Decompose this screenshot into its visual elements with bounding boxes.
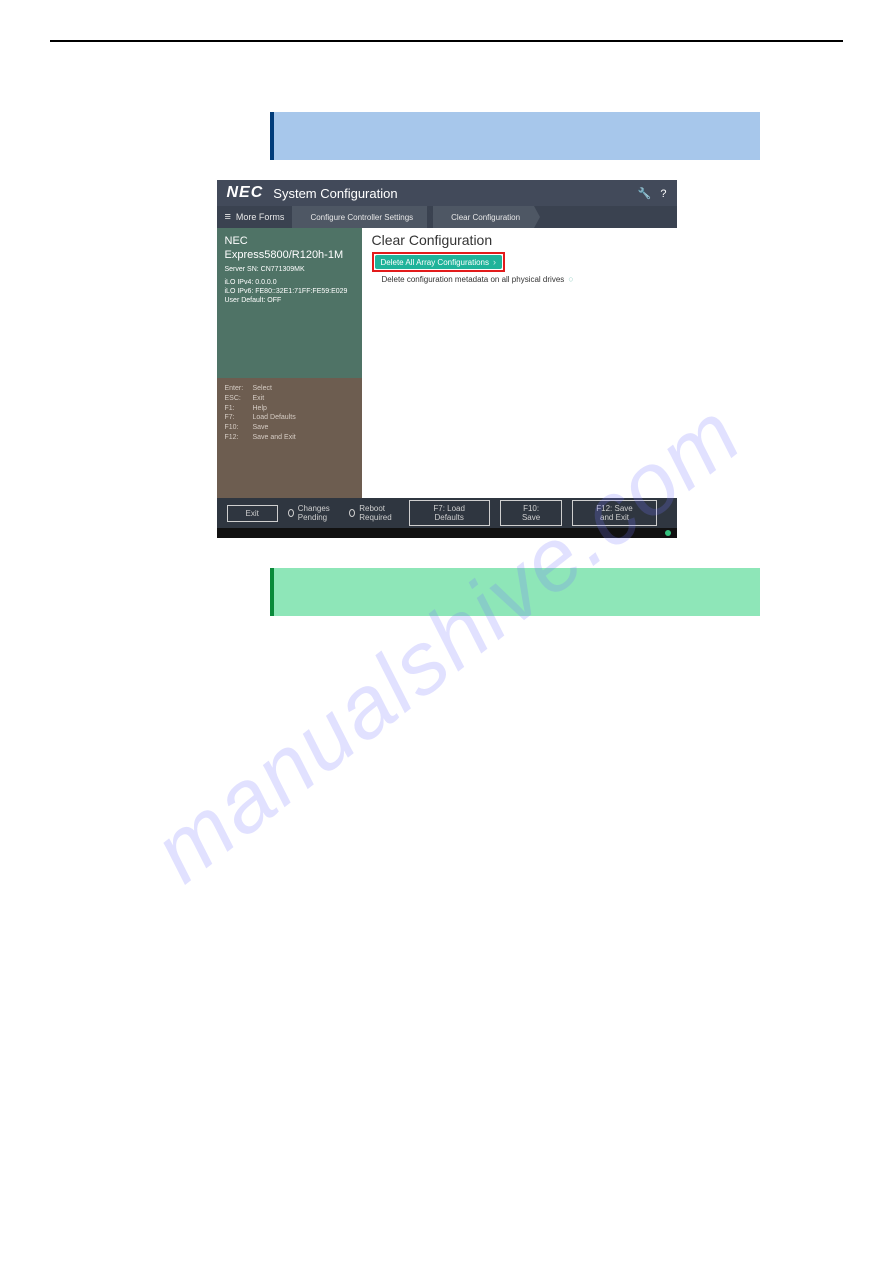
key-action: Save and Exit [253, 433, 296, 443]
reboot-required-indicator: Reboot Required [349, 504, 398, 522]
key-name: F12: [225, 433, 253, 443]
info-icon: ○ [568, 274, 573, 284]
button-label: Delete All Array Configurations [381, 258, 490, 267]
nec-system-config-screenshot: NEC System Configuration 🔧 ? ≡ More Form… [217, 180, 677, 538]
status-dot-icon [665, 530, 671, 536]
highlighted-option-outline: Delete All Array Configurations › [372, 252, 506, 272]
more-forms-button[interactable]: ≡ More Forms [217, 206, 293, 228]
tip-callout [270, 568, 893, 616]
key-name: F7: [225, 413, 253, 423]
note-accent-bar [270, 112, 274, 160]
breadcrumb-clear-configuration[interactable]: Clear Configuration [433, 206, 534, 228]
sidebar-keyhelp-panel: Enter:Select ESC:Exit F1:Help F7:Load De… [217, 378, 362, 498]
breadcrumb-label: Configure Controller Settings [310, 213, 413, 222]
note-callout [270, 112, 893, 160]
indicator-label: Reboot Required [359, 504, 398, 522]
vm-taskbar [217, 528, 677, 538]
main-content-panel: Clear Configuration Delete All Array Con… [362, 228, 677, 498]
key-name: Enter: [225, 384, 253, 394]
breadcrumb: ≡ More Forms Configure Controller Settin… [217, 206, 677, 228]
sidebar-model: Express5800/R120h-1M [225, 248, 354, 262]
nec-logo: NEC [227, 184, 264, 202]
key-action: Help [253, 404, 267, 414]
help-icon[interactable]: ? [660, 188, 666, 200]
key-action: Exit [253, 394, 265, 404]
settings-icon[interactable]: 🔧 [638, 188, 652, 200]
delete-all-array-configurations-button[interactable]: Delete All Array Configurations › [375, 255, 503, 269]
f10-save-button[interactable]: F10: Save [500, 500, 563, 526]
sidebar-ilo-ipv6: iLO IPv6: FE80::32E1:71FF:FE59:E029 [225, 287, 354, 296]
f7-load-defaults-button[interactable]: F7: Load Defaults [409, 500, 490, 526]
hamburger-icon: ≡ [225, 212, 231, 223]
indicator-label: Changes Pending [298, 504, 340, 522]
sidebar-info-panel: NEC Express5800/R120h-1M Server SN: CN77… [217, 228, 362, 378]
sidebar-ilo-ipv4: iLO IPv4: 0.0.0.0 [225, 278, 354, 287]
note-body [274, 112, 760, 160]
f12-save-exit-button[interactable]: F12: Save and Exit [572, 500, 656, 526]
page-top-rule [50, 40, 843, 42]
sidebar-vendor: NEC [225, 234, 354, 248]
changes-pending-indicator: Changes Pending [288, 504, 339, 522]
exit-button[interactable]: Exit [227, 505, 278, 522]
sidebar-user-default: User Default: OFF [225, 296, 354, 305]
key-action: Load Defaults [253, 413, 296, 423]
more-forms-label: More Forms [236, 212, 285, 222]
titlebar: NEC System Configuration 🔧 ? [217, 180, 677, 206]
key-name: ESC: [225, 394, 253, 404]
page-title: System Configuration [273, 186, 631, 201]
main-heading: Clear Configuration [372, 232, 667, 248]
delete-metadata-option[interactable]: Delete configuration metadata on all phy… [372, 274, 667, 284]
breadcrumb-label: Clear Configuration [451, 213, 520, 222]
key-action: Select [253, 384, 272, 394]
tip-accent-bar [270, 568, 274, 616]
footer-bar: Exit Changes Pending Reboot Required F7:… [217, 498, 677, 528]
option-label: Delete configuration metadata on all phy… [382, 275, 565, 284]
tip-body [274, 568, 760, 616]
key-name: F10: [225, 423, 253, 433]
chevron-right-icon: › [493, 257, 496, 267]
key-name: F1: [225, 404, 253, 414]
key-action: Save [253, 423, 269, 433]
sidebar-server-sn: Server SN: CN771309MK [225, 265, 354, 274]
breadcrumb-controller-settings[interactable]: Configure Controller Settings [292, 206, 427, 228]
